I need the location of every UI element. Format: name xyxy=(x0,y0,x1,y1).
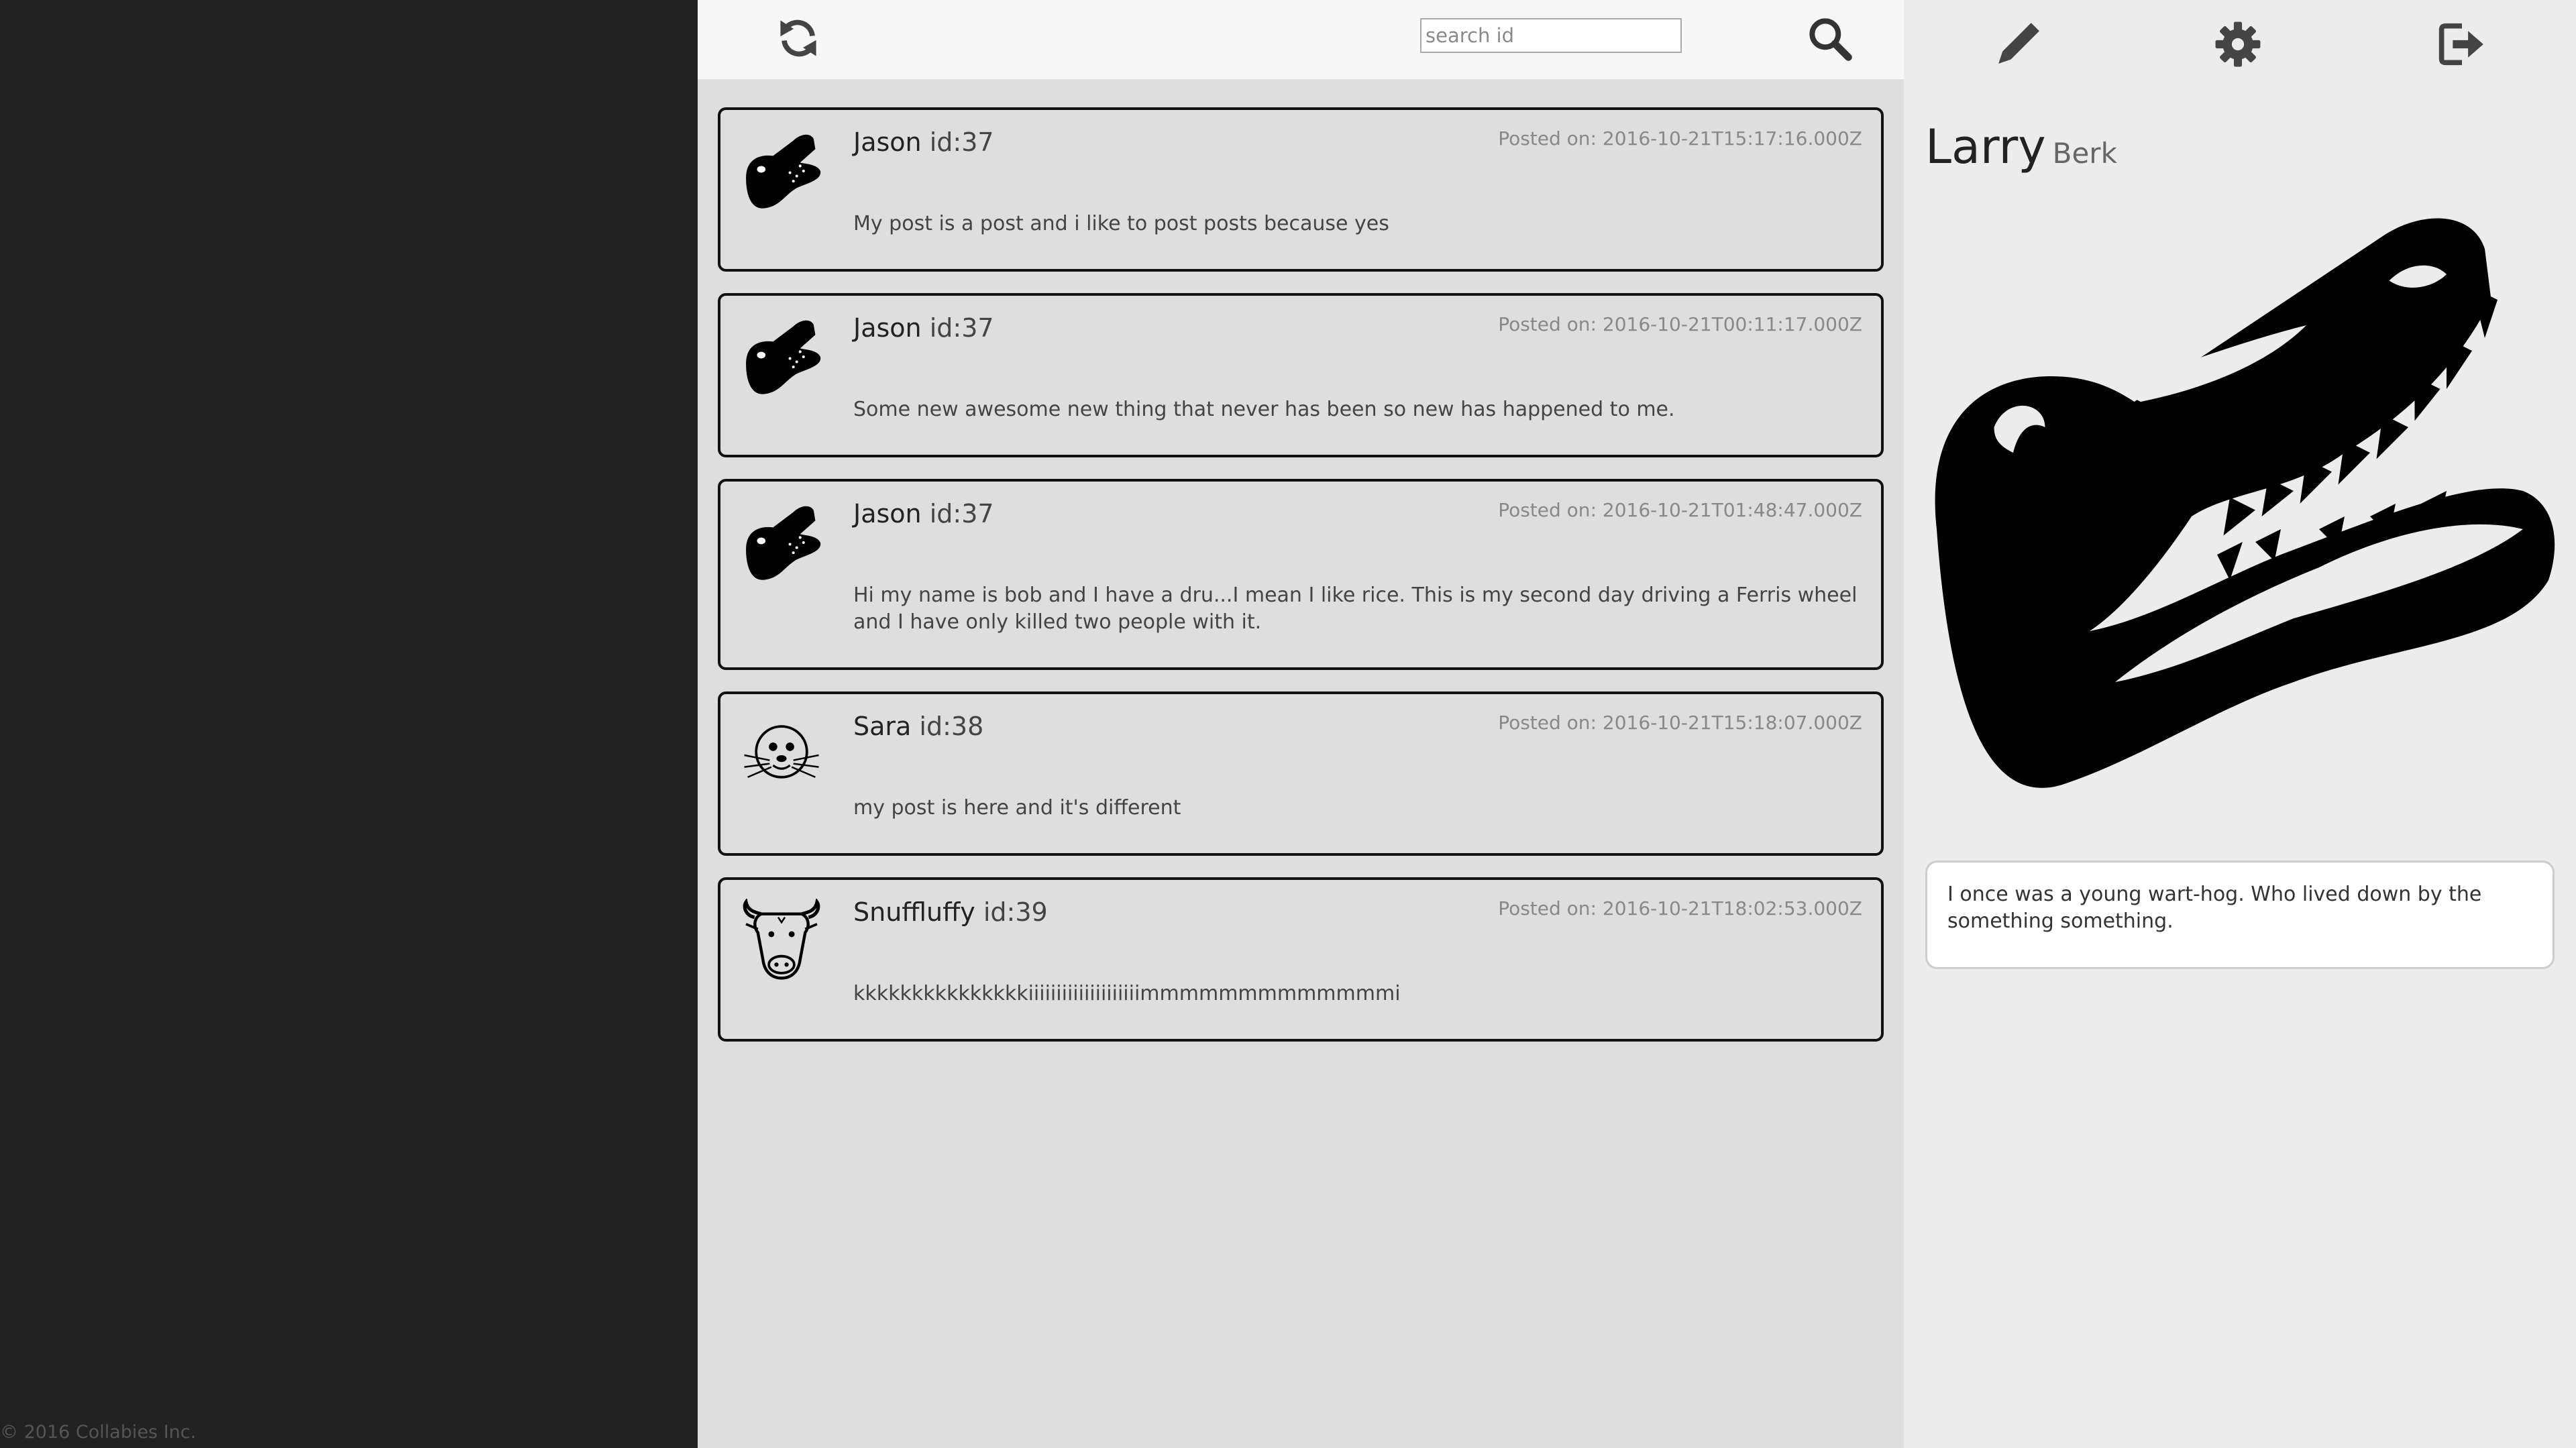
post-author-line: Jason id:37 xyxy=(853,127,994,157)
bull-icon xyxy=(743,897,820,980)
post-author-id: id:37 xyxy=(929,127,994,157)
seal-icon xyxy=(744,725,819,779)
post-card: Jason id:37 Posted on: 2016-10-21T01:48:… xyxy=(718,479,1884,670)
feed-column: Jason id:37 Posted on: 2016-10-21T15:17:… xyxy=(698,0,1904,1448)
post-date: Posted on: 2016-10-21T15:17:16.000Z xyxy=(1498,127,1862,150)
post-date: Posted on: 2016-10-21T01:48:47.000Z xyxy=(1498,499,1862,521)
post-date: Posted on: 2016-10-21T18:02:53.000Z xyxy=(1498,897,1862,920)
refresh-button[interactable] xyxy=(775,15,822,62)
post-author-line: Snuffluffy id:39 xyxy=(853,897,1048,927)
post-author-id: id:38 xyxy=(919,712,984,741)
post-author-line: Jason id:37 xyxy=(853,499,994,528)
profile-panel: Larry Berk I once was a young wart-hog. W… xyxy=(1904,0,2576,1448)
refresh-icon xyxy=(780,19,816,57)
post-body: My post is a post and i like to post pos… xyxy=(853,212,1389,235)
search-button[interactable] xyxy=(1806,15,1854,63)
post-body: Some new awesome new thing that never ha… xyxy=(853,398,1675,421)
post-author-line: Jason id:37 xyxy=(853,313,994,343)
post-author-id: id:39 xyxy=(983,897,1048,927)
post-date: Posted on: 2016-10-21T15:18:07.000Z xyxy=(1498,712,1862,734)
profile-last-name: Berk xyxy=(2052,137,2117,170)
post-body: Hi my name is bob and I have a dru...I m… xyxy=(853,583,1858,634)
post-author-name[interactable]: Snuffluffy xyxy=(853,897,975,927)
post-author-name[interactable]: Sara xyxy=(853,712,911,741)
post-body: kkkkkkkkkkkkkkkiiiiiiiiiiiiiiiiiiiimmmmm… xyxy=(853,982,1401,1005)
post-card: Sara id:38 Posted on: 2016-10-21T15:18:0… xyxy=(718,691,1884,856)
post-author-id: id:37 xyxy=(929,313,994,343)
post-avatar[interactable] xyxy=(739,315,824,399)
post-author-name[interactable]: Jason xyxy=(853,313,922,343)
post-date: Posted on: 2016-10-21T00:11:17.000Z xyxy=(1498,313,1862,335)
edit-profile-button[interactable] xyxy=(1992,19,2043,70)
post-avatar[interactable] xyxy=(739,129,824,213)
logout-icon xyxy=(2438,23,2483,66)
crocodile-icon xyxy=(746,134,821,209)
left-sidebar: © 2016 Collabies Inc. xyxy=(0,0,698,1448)
post-avatar[interactable] xyxy=(739,500,824,585)
crocodile-icon xyxy=(746,506,821,580)
gear-icon xyxy=(2215,21,2261,67)
post-avatar[interactable] xyxy=(739,897,824,983)
profile-bio: I once was a young wart-hog. Who lived d… xyxy=(1925,860,2555,969)
profile-name: Larry Berk xyxy=(1925,119,2117,174)
pencil-icon xyxy=(1998,23,2039,64)
post-card: Jason id:37 Posted on: 2016-10-21T00:11:… xyxy=(718,293,1884,457)
feed-header xyxy=(698,0,1904,79)
post-avatar[interactable] xyxy=(739,713,824,797)
post-author-name[interactable]: Jason xyxy=(853,499,922,528)
settings-button[interactable] xyxy=(2212,19,2263,70)
profile-first-name: Larry xyxy=(1925,119,2046,174)
post-author-id: id:37 xyxy=(929,499,994,528)
search-input[interactable] xyxy=(1420,18,1682,53)
search-icon xyxy=(1809,18,1852,61)
crocodile-icon xyxy=(746,320,821,394)
post-card: Snuffluffy id:39 Posted on: 2016-10-21T1… xyxy=(718,877,1884,1042)
copyright-text: © 2016 Collabies Inc. xyxy=(0,1422,197,1443)
post-author-name[interactable]: Jason xyxy=(853,127,922,157)
post-author-line: Sara id:38 xyxy=(853,712,983,741)
crocodile-icon xyxy=(1935,218,2555,788)
logout-button[interactable] xyxy=(2436,19,2487,70)
profile-picture xyxy=(1924,198,2561,835)
post-body: my post is here and it's different xyxy=(853,796,1181,820)
post-card: Jason id:37 Posted on: 2016-10-21T15:17:… xyxy=(718,107,1884,272)
